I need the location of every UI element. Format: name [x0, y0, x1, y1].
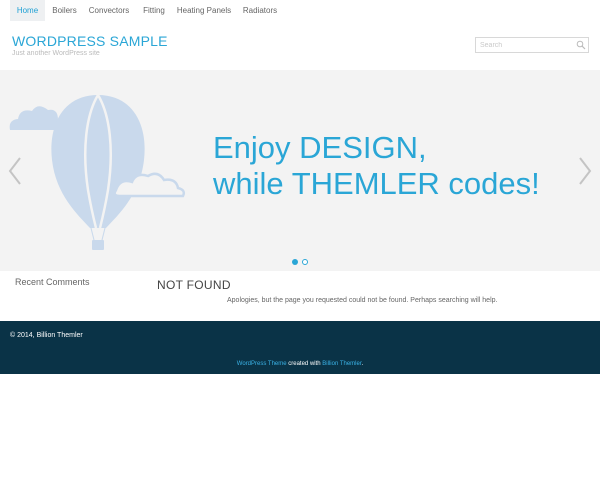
nav-item-convectors[interactable]: Convectors: [85, 0, 133, 21]
nav-item-heating-panels[interactable]: Heating Panels: [173, 0, 235, 21]
balloon-illustration: [9, 94, 186, 250]
slider-headline: Enjoy DESIGN, while THEMLER codes!: [213, 130, 540, 202]
credits-end: .: [361, 361, 364, 367]
site-tagline: Just another WordPress site: [12, 50, 100, 57]
nav-item-home[interactable]: Home: [10, 0, 45, 21]
chevron-left-icon[interactable]: [7, 156, 23, 186]
not-found-message: Apologies, but the page you requested co…: [227, 297, 498, 304]
billion-themler-link[interactable]: Billion Themler: [322, 361, 361, 367]
slider-headline-line1: Enjoy DESIGN,: [213, 130, 427, 165]
slider-dot-1[interactable]: [292, 259, 298, 265]
hero-slider: Enjoy DESIGN, while THEMLER codes!: [0, 70, 600, 271]
search-box: [475, 37, 589, 53]
sidebar-heading-recent-comments: Recent Comments: [15, 277, 90, 287]
search-input[interactable]: [480, 40, 576, 51]
chevron-right-icon[interactable]: [577, 156, 593, 186]
nav-item-fitting[interactable]: Fitting: [137, 0, 171, 21]
footer: © 2014, Billion Themler WordPress Theme …: [0, 321, 600, 374]
footer-copyright: © 2014, Billion Themler: [10, 332, 83, 339]
nav-item-radiators[interactable]: Radiators: [238, 0, 282, 21]
wordpress-theme-link[interactable]: WordPress Theme: [237, 361, 287, 367]
credits-text: created with: [286, 361, 323, 367]
page-title: NOT FOUND: [157, 278, 231, 292]
footer-credits: WordPress Theme created with Billion The…: [0, 361, 600, 367]
search-icon[interactable]: [576, 40, 586, 50]
slider-headline-line2: while THEMLER codes!: [213, 166, 540, 201]
slider-dot-2[interactable]: [302, 259, 308, 265]
nav-item-boilers[interactable]: Boilers: [47, 0, 82, 21]
top-nav: Home Boilers Convectors Fitting Heating …: [0, 0, 600, 22]
site-title[interactable]: WORDPRESS SAMPLE: [12, 33, 168, 49]
